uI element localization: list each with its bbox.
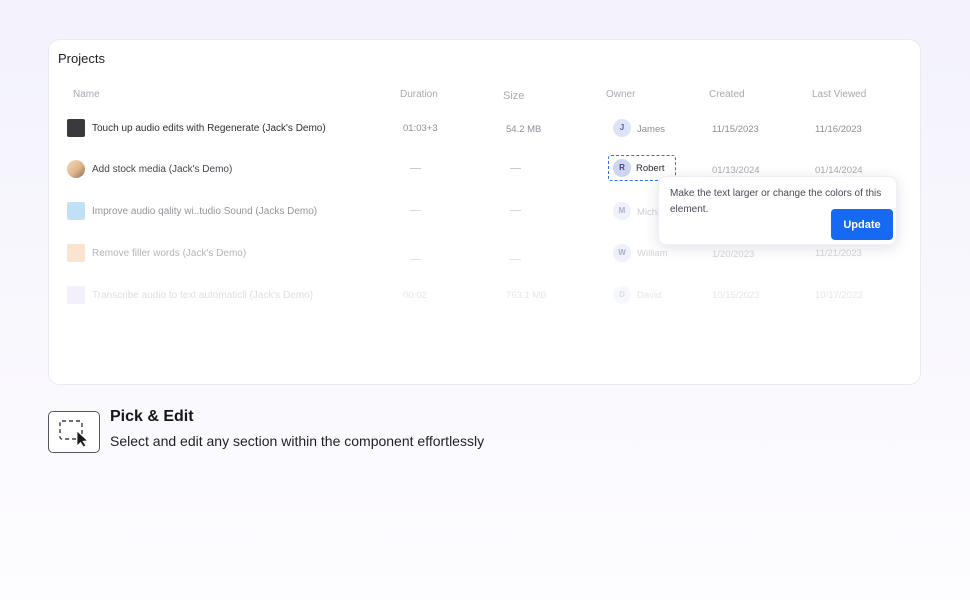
duration-empty-dash xyxy=(410,205,421,216)
size-empty-dash xyxy=(510,205,521,216)
pick-edit-icon-box xyxy=(48,411,100,453)
owner-name: David xyxy=(637,290,662,301)
column-header-duration[interactable]: Duration xyxy=(400,89,438,100)
update-button[interactable]: Update xyxy=(831,209,893,240)
created-date: 10/15/2023 xyxy=(712,290,760,301)
project-name: Remove filler words (Jack's Demo) xyxy=(92,248,247,259)
avatar: M xyxy=(613,202,631,220)
feature-description: Select and edit any section within the c… xyxy=(110,433,485,449)
avatar: W xyxy=(613,244,631,262)
project-size: 763.1 MB xyxy=(506,290,547,301)
avatar: R xyxy=(613,159,631,177)
project-thumbnail xyxy=(67,286,85,304)
project-duration: 01:03+3 xyxy=(403,123,438,134)
column-header-created[interactable]: Created xyxy=(709,89,745,100)
project-name: Add stock media (Jack's Demo) xyxy=(92,164,233,175)
project-name: Improve audio qality wi..tudio Sound (Ja… xyxy=(92,206,318,217)
created-date: 1/20/2023 xyxy=(712,249,755,260)
feature-title: Pick & Edit xyxy=(110,408,194,425)
edit-prompt-popover: Make the text larger or change the color… xyxy=(658,176,897,245)
project-thumbnail xyxy=(67,160,85,178)
owner-name: William xyxy=(637,248,668,259)
column-header-last-viewed[interactable]: Last Viewed xyxy=(812,89,866,100)
project-name: Touch up audio edits with Regenerate (Ja… xyxy=(92,123,326,134)
column-header-size[interactable]: Size xyxy=(503,90,524,102)
column-header-owner[interactable]: Owner xyxy=(606,89,635,100)
table-row[interactable]: Remove filler words (Jack's Demo) W Will… xyxy=(49,244,920,274)
last-viewed-date: 10/17/2023 xyxy=(815,290,863,301)
project-duration: 00:02 xyxy=(403,290,427,301)
created-date: 01/13/2024 xyxy=(712,165,760,176)
table-row[interactable]: Transcribe audio to text automaticll (Ja… xyxy=(49,286,920,316)
project-thumbnail xyxy=(67,119,85,137)
created-date: 11/15/2023 xyxy=(712,124,759,135)
avatar: J xyxy=(613,119,631,137)
card-title: Projects xyxy=(58,51,105,66)
column-header-name[interactable]: Name xyxy=(73,89,100,100)
project-size: 54.2 MB xyxy=(506,124,542,135)
owner-name: James xyxy=(637,124,665,135)
project-thumbnail xyxy=(67,202,85,220)
size-empty-dash xyxy=(510,163,521,174)
table-row[interactable]: Touch up audio edits with Regenerate (Ja… xyxy=(49,119,920,149)
last-viewed-date: 01/14/2024 xyxy=(815,165,863,176)
avatar: D xyxy=(613,286,631,304)
size-empty-dash xyxy=(510,254,521,265)
duration-empty-dash xyxy=(410,163,421,174)
project-thumbnail xyxy=(67,244,85,262)
duration-empty-dash xyxy=(410,254,421,265)
table-fade-overlay xyxy=(49,314,920,384)
pick-select-cursor-icon xyxy=(58,419,92,448)
last-viewed-date: 11/16/2023 xyxy=(815,124,862,135)
last-viewed-date: 11/21/2023 xyxy=(815,248,862,259)
owner-name: Robert xyxy=(636,163,665,174)
project-name: Transcribe audio to text automaticll (Ja… xyxy=(92,290,314,301)
